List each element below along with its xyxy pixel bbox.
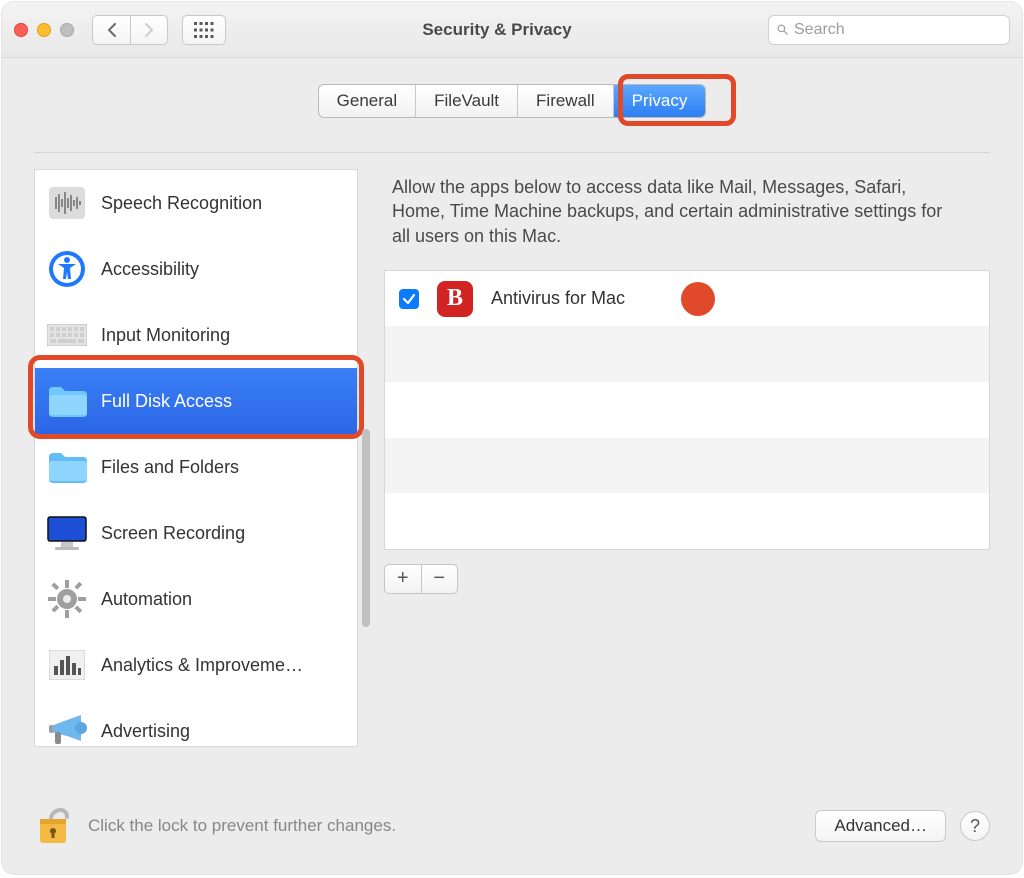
app-checkbox[interactable] [399,289,419,309]
tab-privacy[interactable]: Privacy [614,85,706,117]
gear-icon [47,579,87,619]
sidebar-item-label: Accessibility [101,259,199,280]
nav-back-button[interactable] [92,15,130,45]
sidebar-item-files-and-folders[interactable]: Files and Folders [35,434,357,500]
grid-icon [194,22,214,38]
app-row-empty [385,326,989,382]
panel-description: Allow the apps below to access data like… [384,169,990,270]
lock-icon[interactable] [34,801,74,852]
footer: Click the lock to prevent further change… [2,788,1022,874]
lock-text: Click the lock to prevent further change… [88,816,396,836]
advanced-button[interactable]: Advanced… [815,810,946,842]
sidebar-item-label: Input Monitoring [101,325,230,346]
sidebar-scrollbar[interactable] [362,429,370,627]
sidebar-item-screen-recording[interactable]: Screen Recording [35,500,357,566]
search-field[interactable] [768,15,1010,45]
tab-firewall[interactable]: Firewall [518,85,614,117]
window-close-button[interactable] [14,23,28,37]
app-row-antivirus[interactable]: B Antivirus for Mac [385,271,989,327]
app-icon-bitdefender: B [437,281,473,317]
search-input[interactable] [794,21,1001,39]
segmented-control: General FileVault Firewall Privacy [318,84,707,118]
sidebar-item-label: Analytics & Improveme… [101,655,303,676]
sidebar-item-full-disk-access[interactable]: Full Disk Access [35,368,357,434]
annotation-highlight-dot [681,282,715,316]
megaphone-icon [47,711,87,746]
display-icon [47,513,87,553]
window-zoom-button [60,23,74,37]
sidebar-item-speech-recognition[interactable]: Speech Recognition [35,170,357,236]
sidebar-item-label: Automation [101,589,192,610]
tab-filevault[interactable]: FileVault [416,85,518,117]
sidebar-item-advertising[interactable]: Advertising [35,698,357,746]
remove-button[interactable]: − [422,565,458,593]
sidebar-item-label: Files and Folders [101,457,239,478]
sidebar-item-automation[interactable]: Automation [35,566,357,632]
privacy-sidebar: Speech Recognition Accessibility Input M… [34,169,358,747]
chevron-right-icon [144,23,154,37]
add-button[interactable]: + [385,565,422,593]
content-area: Speech Recognition Accessibility Input M… [2,118,1022,788]
keyboard-icon [47,315,87,355]
search-icon [777,22,788,37]
app-row-empty [385,493,989,549]
app-list: B Antivirus for Mac [384,270,990,550]
sidebar-item-accessibility[interactable]: Accessibility [35,236,357,302]
sidebar-item-label: Screen Recording [101,523,245,544]
titlebar: Security & Privacy [2,2,1022,58]
help-button[interactable]: ? [960,811,990,841]
window-minimize-button[interactable] [37,23,51,37]
app-label: Antivirus for Mac [491,288,625,309]
sidebar-item-label: Full Disk Access [101,391,232,412]
right-panel: Allow the apps below to access data like… [384,169,990,788]
app-row-empty [385,438,989,494]
tabs-row: General FileVault Firewall Privacy [2,58,1022,118]
check-icon [402,292,416,306]
barchart-icon [47,645,87,685]
sidebar-item-input-monitoring[interactable]: Input Monitoring [35,302,357,368]
folder-icon [47,381,87,421]
app-row-empty [385,382,989,438]
add-remove-control: + − [384,564,458,594]
tab-general[interactable]: General [319,85,416,117]
waveform-icon [47,183,87,223]
chevron-left-icon [107,23,117,37]
accessibility-icon [47,249,87,289]
window-title: Security & Privacy [226,20,768,40]
sidebar-item-label: Advertising [101,721,190,742]
sidebar-item-label: Speech Recognition [101,193,262,214]
sidebar-item-analytics[interactable]: Analytics & Improveme… [35,632,357,698]
show-all-button[interactable] [182,15,226,45]
nav-forward-button [130,15,168,45]
folder-icon [47,447,87,487]
